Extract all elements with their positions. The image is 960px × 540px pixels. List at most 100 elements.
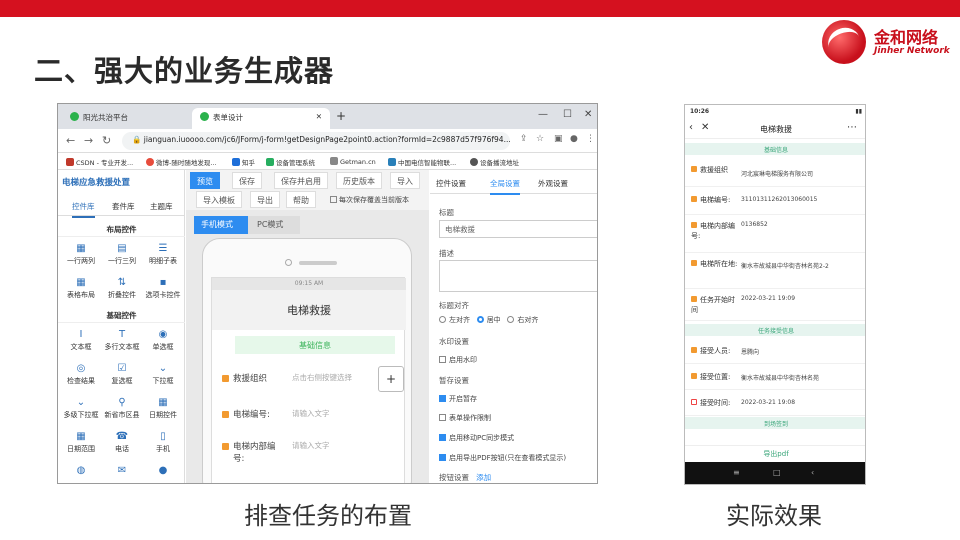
help-button[interactable]: 帮助 bbox=[286, 191, 316, 208]
export-pdf-button[interactable]: 导出pdf bbox=[685, 445, 865, 461]
new-tab-button[interactable]: + bbox=[336, 109, 346, 123]
tab-controls[interactable]: 控件库 bbox=[72, 201, 95, 218]
control-two-columns[interactable]: ▦ 一行两列 bbox=[60, 242, 102, 274]
tab-themes[interactable]: 主题库 bbox=[150, 201, 173, 212]
profile-icon[interactable]: ● bbox=[570, 134, 578, 144]
mobile-screenshot: 10:26 ▮▮ ‹ ✕ 电梯救援 ⋯ 基础信息 救援组织 河北宸琳电梯服务有限公司… bbox=[684, 104, 866, 485]
share-icon[interactable]: ⇪ bbox=[520, 134, 528, 144]
checkbox-form-restriction[interactable]: 表单操作限制 bbox=[439, 413, 491, 423]
control-tabs[interactable]: ▪ 选项卡控件 bbox=[142, 276, 184, 308]
checkbox-export-pdf[interactable]: 启用导出PDF按钮(只在查看模式显示) bbox=[439, 453, 566, 463]
description-textarea[interactable] bbox=[439, 260, 597, 292]
tab-kits[interactable]: 套件库 bbox=[112, 201, 135, 212]
company-logo: 金和网络 Jinher Network bbox=[822, 20, 950, 64]
radio-align-center[interactable]: 居中 bbox=[476, 316, 501, 324]
control-collapse[interactable]: ⇅ 折叠控件 bbox=[101, 276, 143, 308]
form-field-internal-no[interactable]: 电梯内部编 请输入文字 号: bbox=[222, 440, 402, 464]
title-input[interactable]: 电梯救援 bbox=[439, 220, 597, 238]
control-check-result[interactable]: ◎ 检查结果 bbox=[60, 362, 102, 394]
browser-tab-active[interactable]: 表单设计 ✕ bbox=[192, 108, 330, 129]
tab-global-settings[interactable]: 全局设置 bbox=[490, 178, 520, 195]
menu-icon[interactable]: ⋮ bbox=[586, 134, 595, 144]
save-and-enable-button[interactable]: 保存并启用 bbox=[274, 172, 328, 189]
tab-pc-mode[interactable]: PC模式 bbox=[248, 216, 300, 234]
mobile-status-bar: 10:26 ▮▮ bbox=[685, 105, 865, 119]
control-region[interactable]: ⚲ 新省市区县 bbox=[101, 396, 143, 428]
control-radio[interactable]: ◉ 单选框 bbox=[142, 328, 184, 360]
bookmark-item[interactable]: 设备播流地址 bbox=[470, 157, 519, 167]
browser-tab[interactable]: 阳光共治平台 bbox=[62, 108, 190, 129]
section-header[interactable]: 基础信息 bbox=[235, 336, 395, 354]
chevron-down-icon: ⌄ bbox=[158, 363, 168, 374]
control-phone[interactable]: ☎ 电话 bbox=[101, 430, 143, 462]
home-icon[interactable]: □ bbox=[773, 468, 781, 477]
control-more[interactable]: ● bbox=[142, 464, 184, 483]
url-input[interactable]: 🔒 jianguan.iuoooo.com/jc6/JForm/j-form!g… bbox=[122, 132, 510, 150]
close-icon[interactable]: ✕ bbox=[316, 112, 322, 121]
star-icon[interactable]: ☆ bbox=[536, 134, 544, 144]
control-table-layout[interactable]: ▦ 表格布局 bbox=[60, 276, 102, 308]
draft-settings-label: 暂存设置 bbox=[439, 376, 469, 385]
add-icon[interactable]: + bbox=[378, 366, 404, 392]
control-textarea[interactable]: T 多行文本框 bbox=[101, 328, 143, 360]
maximize-icon[interactable]: ☐ bbox=[563, 109, 572, 120]
section-checkin: 到场签到 bbox=[685, 417, 865, 429]
import-template-button[interactable]: 导入模板 bbox=[196, 191, 242, 208]
menu-icon[interactable]: ≡ bbox=[733, 468, 740, 477]
export-button[interactable]: 导出 bbox=[250, 191, 280, 208]
form-field-elevator-no[interactable]: 电梯编号: 请输入文字 bbox=[222, 408, 402, 420]
history-button[interactable]: 历史版本 bbox=[336, 172, 382, 189]
tab-mobile-mode[interactable]: 手机模式 bbox=[194, 216, 248, 234]
checkbox-enable-draft[interactable]: 开启暂存 bbox=[439, 394, 477, 404]
tab-appearance-settings[interactable]: 外观设置 bbox=[538, 178, 568, 189]
control-more[interactable]: ✉ bbox=[101, 464, 143, 483]
add-link[interactable]: 添加 bbox=[476, 473, 491, 482]
section-basic-info: 基础信息 bbox=[685, 143, 865, 155]
sidebar-icon[interactable]: ▣ bbox=[554, 134, 563, 144]
required-icon bbox=[222, 411, 229, 418]
pin-icon: ⚲ bbox=[118, 397, 126, 408]
checkbox-watermark[interactable]: 启用水印 bbox=[439, 355, 477, 365]
tab-control-settings[interactable]: 控件设置 bbox=[436, 178, 466, 189]
form-field-org[interactable]: 救援组织 点击右侧按键选择 bbox=[222, 372, 402, 384]
control-more[interactable]: ◍ bbox=[60, 464, 102, 483]
save-button[interactable]: 保存 bbox=[232, 172, 262, 189]
control-date-range[interactable]: ▦ 日期范围 bbox=[60, 430, 102, 462]
control-textbox[interactable]: I 文本框 bbox=[60, 328, 102, 360]
control-mobile[interactable]: ▯ 手机 bbox=[142, 430, 184, 462]
back-icon[interactable]: ‹ bbox=[811, 468, 814, 477]
minimize-icon[interactable]: — bbox=[538, 109, 548, 120]
button-settings-label: 按钮设置 添加 bbox=[439, 473, 492, 482]
control-dropdown[interactable]: ⌄ 下拉框 bbox=[142, 362, 184, 394]
bookmark-item[interactable]: 微博-随时随地发现... bbox=[146, 157, 217, 167]
control-three-columns[interactable]: ▤ 一行三列 bbox=[101, 242, 143, 274]
bookmark-item[interactable]: 知乎 bbox=[232, 157, 255, 167]
overwrite-checkbox[interactable]: 每次保存覆盖当前版本 bbox=[330, 195, 409, 205]
control-cascade-dropdown[interactable]: ⌄ 多级下拉框 bbox=[60, 396, 102, 428]
bookmark-item[interactable]: Getman.cn bbox=[330, 157, 376, 166]
forward-icon[interactable]: → bbox=[84, 134, 93, 147]
detail-row: 电梯内部编号: 0136852 bbox=[685, 215, 865, 253]
close-window-icon[interactable]: ✕ bbox=[584, 109, 592, 120]
control-checkbox[interactable]: ☑ 复选框 bbox=[101, 362, 143, 394]
control-detail-table[interactable]: ☰ 明细子表 bbox=[142, 242, 184, 274]
columns-icon: ▤ bbox=[117, 243, 127, 254]
back-icon[interactable]: ← bbox=[66, 134, 75, 147]
checkbox-sync-mode[interactable]: 启用移动PC同步模式 bbox=[439, 433, 514, 443]
control-date[interactable]: ▦ 日期控件 bbox=[142, 396, 184, 428]
design-canvas: 手机模式 PC模式 09:15 AM 电梯救援 基础信息 救援组织 点击右侧按键选… bbox=[186, 210, 429, 483]
reload-icon[interactable]: ↻ bbox=[102, 134, 111, 147]
bookmark-item[interactable]: 中国电信智能物联... bbox=[388, 157, 456, 167]
project-title: 电梯应急救援处置 bbox=[62, 178, 131, 188]
detail-row: 接受人员: 恩腾向 bbox=[685, 338, 865, 364]
preview-button[interactable]: 预览 bbox=[190, 172, 220, 189]
mail-icon: ✉ bbox=[117, 465, 127, 476]
radio-align-left[interactable]: 左对齐 bbox=[439, 316, 470, 324]
more-icon[interactable]: ⋯ bbox=[847, 122, 857, 133]
import-button[interactable]: 导入 bbox=[390, 172, 420, 189]
align-options: 左对齐 居中 右对齐 bbox=[439, 315, 538, 325]
browser-screenshot: 阳光共治平台 表单设计 ✕ + — ☐ ✕ ← → ↻ 🔒 jianguan.iu… bbox=[57, 103, 598, 484]
bookmark-item[interactable]: 设备管理系统 bbox=[266, 157, 315, 167]
radio-align-right[interactable]: 右对齐 bbox=[507, 316, 538, 324]
bookmark-item[interactable]: CSDN - 专业开发... bbox=[66, 157, 133, 167]
